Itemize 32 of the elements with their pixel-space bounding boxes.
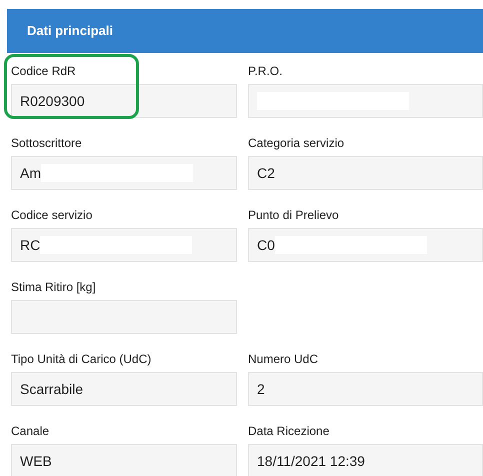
input-field[interactable]: R0209300 bbox=[11, 84, 237, 118]
field-label: Canale bbox=[11, 423, 50, 440]
input-field[interactable]: WEB bbox=[11, 444, 237, 476]
field-label: Sottoscrittore bbox=[11, 135, 82, 152]
field-value: Scarrabile bbox=[20, 380, 84, 398]
field-label: Numero UdC bbox=[248, 351, 318, 368]
input-field[interactable]: C2 bbox=[248, 156, 483, 190]
field-label: Categoria servizio bbox=[248, 135, 344, 152]
field-label: Tipo Unità di Carico (UdC) bbox=[11, 351, 152, 368]
input-field[interactable]: RC bbox=[11, 228, 237, 262]
field-label: Stima Ritiro [kg] bbox=[11, 279, 96, 296]
field-value: R0209300 bbox=[20, 92, 85, 110]
section-title: Dati principali bbox=[27, 22, 113, 40]
field-value: 18/11/2021 12:39 bbox=[257, 452, 365, 470]
field-label: Codice RdR bbox=[11, 63, 76, 80]
input-field[interactable]: C0 bbox=[248, 228, 483, 262]
input-field[interactable] bbox=[11, 300, 237, 334]
input-field[interactable] bbox=[248, 84, 483, 118]
input-field[interactable]: 2 bbox=[248, 372, 483, 406]
field-value: RC bbox=[20, 236, 40, 254]
input-field[interactable]: 18/11/2021 12:39 bbox=[248, 444, 483, 476]
input-field[interactable]: Scarrabile bbox=[11, 372, 237, 406]
field-label: P.R.O. bbox=[248, 63, 282, 80]
field-value: 2 bbox=[257, 380, 265, 398]
field-value: C2 bbox=[257, 164, 275, 182]
field-value: C0 bbox=[257, 236, 275, 254]
field-label: Codice servizio bbox=[11, 207, 92, 224]
field-label: Data Ricezione bbox=[248, 423, 330, 440]
field-value: WEB bbox=[20, 452, 52, 470]
field-label: Punto di Prelievo bbox=[248, 207, 339, 224]
field-value: Am bbox=[20, 164, 41, 182]
input-field[interactable]: Am bbox=[11, 156, 237, 190]
